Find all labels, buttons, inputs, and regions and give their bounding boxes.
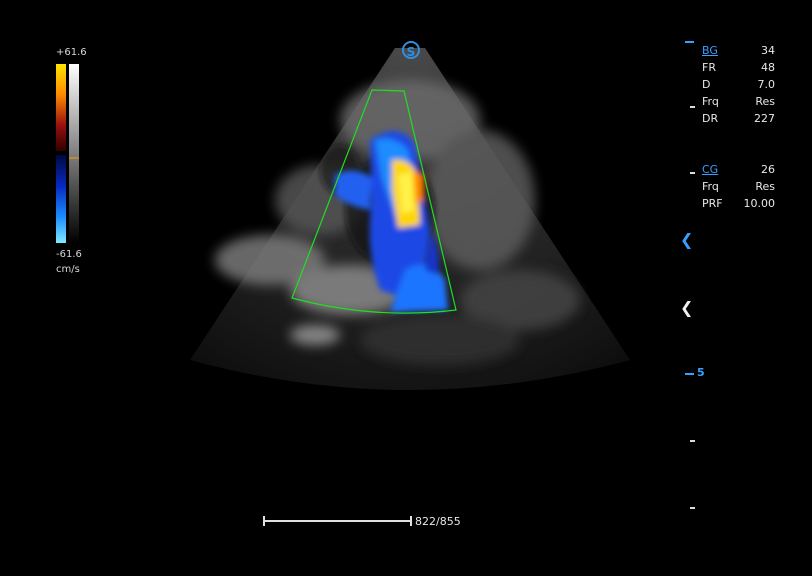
param-key[interactable]: CG — [702, 161, 718, 178]
param-value: 7.0 — [757, 78, 776, 91]
depth-mark — [685, 373, 694, 375]
param-row-d: D 7.0 — [702, 76, 775, 93]
depth-mark — [690, 440, 695, 442]
cine-frame-counter: 822/855 — [415, 515, 461, 528]
param-value: 227 — [754, 112, 775, 125]
param-key[interactable]: BG — [702, 42, 718, 59]
color-params-panel: CG 26 Frq Res PRF 10.00 — [702, 161, 775, 212]
colorbar-max-label: +61.6 — [56, 47, 87, 58]
param-key: Frq — [702, 180, 719, 193]
cine-scale-bar — [263, 516, 412, 526]
param-value: 34 — [761, 44, 775, 57]
param-row-frq: Frq Res — [702, 93, 775, 110]
velocity-colorbar — [56, 64, 79, 243]
param-row-dr: DR 227 — [702, 110, 775, 127]
param-row-prf: PRF 10.00 — [702, 195, 775, 212]
focus-position-icon[interactable]: ❮ — [680, 298, 693, 317]
param-row-cg[interactable]: CG 26 — [702, 161, 775, 178]
depth-label-5: 5 — [697, 366, 705, 379]
ultrasound-screen: +61.6 -61.6 cm/s S BG 34 FR 48 D 7.0 Frq… — [0, 0, 812, 576]
param-key: FR — [702, 61, 716, 74]
focus-marker-icon[interactable]: ❮ — [680, 230, 693, 249]
param-value: Res — [755, 180, 775, 193]
param-key: PRF — [702, 197, 723, 210]
depth-mark — [690, 172, 695, 174]
param-value: 10.00 — [743, 197, 776, 210]
param-value: Res — [755, 95, 775, 108]
param-key: DR — [702, 112, 719, 125]
depth-mark — [690, 507, 695, 509]
colorbar-unit-label: cm/s — [56, 264, 80, 275]
param-value: 26 — [761, 163, 775, 176]
param-value: 48 — [761, 61, 775, 74]
param-row-frq: Frq Res — [702, 178, 775, 195]
param-key: D — [702, 78, 711, 91]
ultrasound-image — [56, 48, 630, 526]
sector-s-icon[interactable]: S — [402, 41, 420, 59]
depth-mark — [685, 41, 694, 43]
depth-mark — [690, 106, 695, 108]
param-key: Frq — [702, 95, 719, 108]
colorbar-min-label: -61.6 — [56, 249, 82, 260]
param-row-fr: FR 48 — [702, 59, 775, 76]
param-row-bg[interactable]: BG 34 — [702, 42, 775, 59]
bmode-params-panel: BG 34 FR 48 D 7.0 Frq Res DR 227 — [702, 42, 775, 127]
